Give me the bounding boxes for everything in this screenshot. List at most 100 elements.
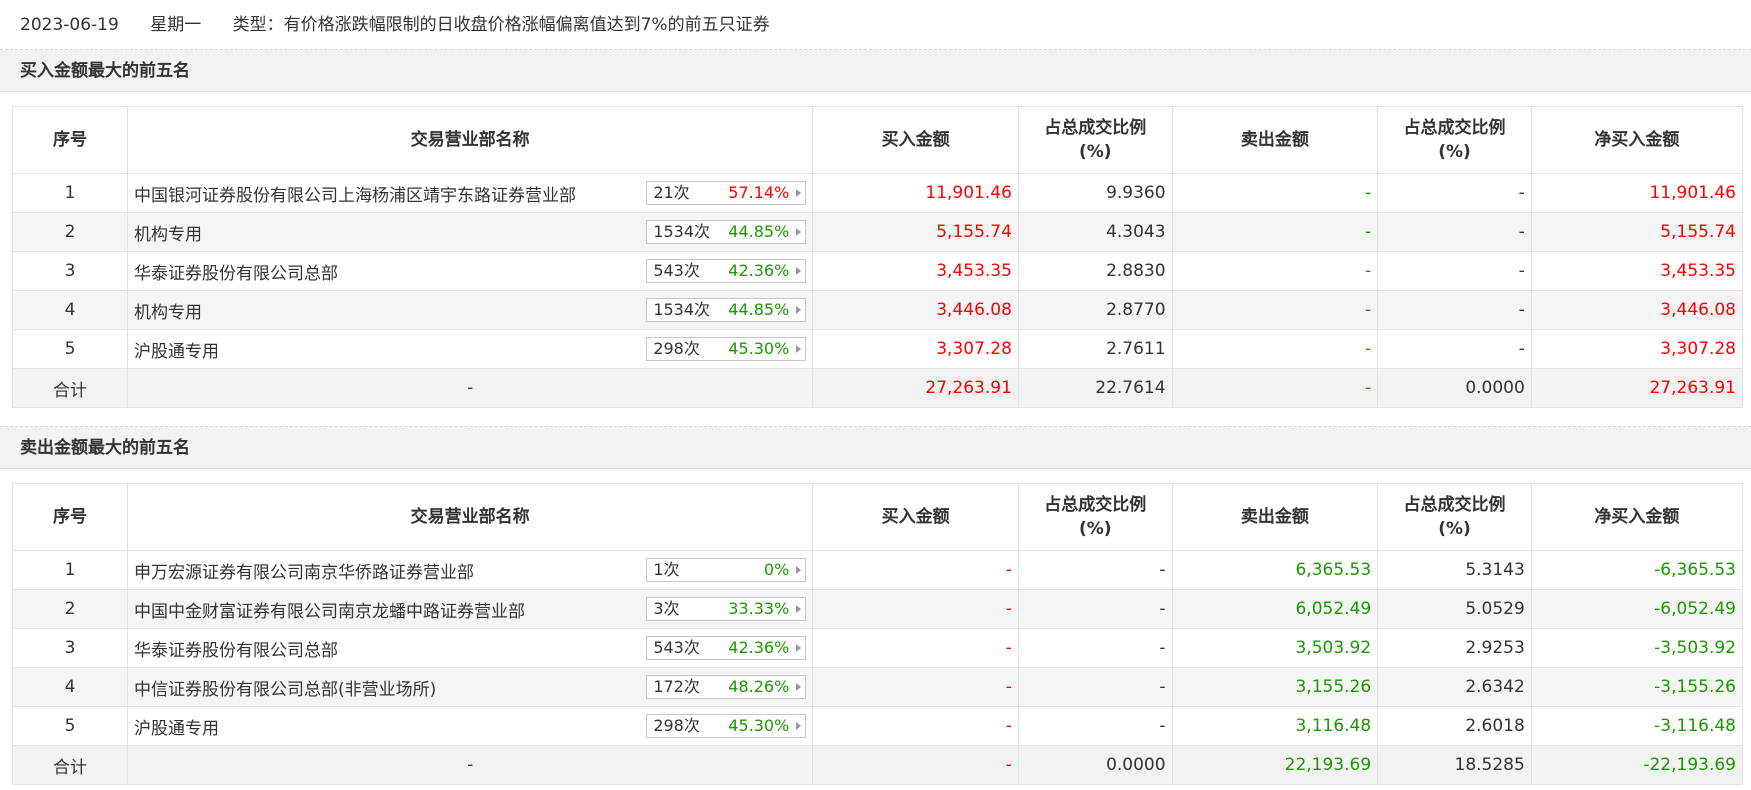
- branch-name-link[interactable]: 中国中金财富证券有限公司南京龙蟠中路证券营业部: [134, 597, 525, 622]
- buy-ratio: 2.7611: [1017, 329, 1173, 369]
- appearance-count: 3次: [653, 599, 680, 618]
- buy-ratio: -: [1017, 589, 1173, 629]
- buy-ratio: 9.9360: [1017, 173, 1173, 213]
- sell-ratio: 2.9253: [1377, 628, 1532, 668]
- table-row: 2 中国中金财富证券有限公司南京龙蟠中路证券营业部 3次 33.33% - -6,052.…: [12, 589, 1744, 629]
- appearance-count: 1534次: [653, 222, 711, 241]
- net-buy-amount: -3,503.92: [1530, 628, 1744, 668]
- col-header-buy-ratio-label: 占总成交比例: [1044, 118, 1147, 138]
- appearance-count: 1534次: [653, 300, 711, 319]
- branch-stats-popup-button[interactable]: 1次 0%: [646, 558, 807, 582]
- branch-name-link[interactable]: 机构专用: [134, 298, 202, 323]
- branch-stats-popup-button[interactable]: 298次 45.30%: [646, 714, 807, 738]
- table-row: 4 中信证券股份有限公司总部(非营业场所) 172次 48.26% - -3,155.26…: [12, 667, 1744, 707]
- branch-name-link[interactable]: 中国银河证券股份有限公司上海杨浦区靖宇东路证券营业部: [134, 181, 576, 206]
- caret-right-icon: [796, 267, 802, 275]
- row-index: 5: [12, 706, 128, 746]
- branch-stats-popup-button[interactable]: 543次 42.36%: [646, 636, 807, 660]
- info-bar: 2023-06-19 星期一 类型：有价格涨跌幅限制的日收盘价格涨幅偏离值达到7…: [0, 0, 1751, 50]
- sell-amount: 3,503.92: [1171, 628, 1379, 668]
- branch-name-cell: 中国银河证券股份有限公司上海杨浦区靖宇东路证券营业部 21次 57.14%: [126, 173, 814, 213]
- caret-right-icon: [796, 683, 802, 691]
- sell-ratio: -: [1377, 290, 1532, 330]
- branch-name-link[interactable]: 华泰证券股份有限公司总部: [134, 259, 338, 284]
- sell-ratio: -: [1377, 251, 1532, 291]
- branch-name-link[interactable]: 沪股通专用: [134, 337, 219, 362]
- total-branch-name: -: [126, 368, 814, 408]
- branch-stats-popup-button[interactable]: 172次 48.26%: [646, 675, 807, 699]
- branch-name-cell: 中信证券股份有限公司总部(非营业场所) 172次 48.26%: [126, 667, 814, 707]
- list-type: 类型：有价格涨跌幅限制的日收盘价格涨幅偏离值达到7%的前五只证券: [232, 15, 770, 35]
- col-header-branch-name: 交易营业部名称: [126, 483, 814, 551]
- row-index: 3: [12, 628, 128, 668]
- col-header-sell-amount: 卖出金额: [1171, 483, 1379, 551]
- success-rate: 45.30%: [728, 716, 790, 735]
- sell-section-title: 卖出金额最大的前五名: [0, 427, 1751, 469]
- row-index: 3: [12, 251, 128, 291]
- buy-ratio: 2.8830: [1017, 251, 1173, 291]
- col-header-buy-ratio-unit: (%): [1078, 519, 1112, 539]
- col-header-index: 序号: [12, 106, 128, 174]
- buy-table-wrap: 序号 交易营业部名称 买入金额 占总成交比例 (%) 卖出金额 占总成交比例 (%)…: [12, 106, 1744, 408]
- col-header-buy-ratio-label: 占总成交比例: [1044, 495, 1147, 515]
- row-index: 5: [12, 329, 128, 369]
- total-buy-ratio: 22.7614: [1017, 368, 1173, 408]
- branch-name-link[interactable]: 申万宏源证券有限公司南京华侨路证券营业部: [134, 558, 474, 583]
- sell-ratio: 5.3143: [1377, 550, 1532, 590]
- buy-amount: -: [812, 589, 1019, 629]
- sell-top5-table: 序号 交易营业部名称 买入金额 占总成交比例 (%) 卖出金额 占总成交比例 (%)…: [12, 483, 1744, 785]
- net-buy-amount: 11,901.46: [1530, 173, 1744, 213]
- table-row: 1 中国银河证券股份有限公司上海杨浦区靖宇东路证券营业部 21次 57.14% 11,9…: [12, 173, 1744, 213]
- sell-amount: -: [1171, 251, 1379, 291]
- success-rate: 0%: [763, 560, 790, 579]
- col-header-buy-ratio: 占总成交比例 (%): [1017, 483, 1173, 551]
- branch-stats-popup-button[interactable]: 1534次 44.85%: [646, 220, 807, 244]
- branch-name-link[interactable]: 沪股通专用: [134, 714, 219, 739]
- buy-amount: -: [812, 706, 1019, 746]
- total-sell-ratio: 18.5285: [1377, 745, 1532, 785]
- buy-amount: -: [812, 628, 1019, 668]
- branch-name-cell: 机构专用 1534次 44.85%: [126, 290, 814, 330]
- total-label: 合计: [12, 745, 128, 785]
- table-header-row: 序号 交易营业部名称 买入金额 占总成交比例 (%) 卖出金额 占总成交比例 (%)…: [12, 483, 1744, 551]
- branch-stats-popup-button[interactable]: 3次 33.33%: [646, 597, 807, 621]
- branch-stats-popup-button[interactable]: 21次 57.14%: [646, 181, 807, 205]
- col-header-sell-ratio-unit: (%): [1438, 142, 1471, 162]
- col-header-index: 序号: [12, 483, 128, 551]
- col-header-buy-ratio-unit: (%): [1078, 142, 1112, 162]
- branch-name-link[interactable]: 机构专用: [134, 220, 202, 245]
- branch-name-link[interactable]: 中信证券股份有限公司总部(非营业场所): [134, 675, 436, 700]
- buy-ratio: -: [1017, 628, 1173, 668]
- success-rate: 33.33%: [728, 599, 790, 618]
- buy-amount: 5,155.74: [812, 212, 1019, 252]
- net-buy-amount: -6,052.49: [1530, 589, 1744, 629]
- buy-top5-table: 序号 交易营业部名称 买入金额 占总成交比例 (%) 卖出金额 占总成交比例 (%)…: [12, 106, 1744, 408]
- net-buy-amount: 3,453.35: [1530, 251, 1744, 291]
- row-index: 1: [12, 173, 128, 213]
- sell-amount: 6,052.49: [1171, 589, 1379, 629]
- appearance-count: 298次: [653, 339, 700, 358]
- col-header-buy-ratio: 占总成交比例 (%): [1017, 106, 1173, 174]
- net-buy-amount: -3,116.48: [1530, 706, 1744, 746]
- row-index: 2: [12, 212, 128, 252]
- branch-stats-popup-button[interactable]: 543次 42.36%: [646, 259, 807, 283]
- branch-stats-popup-button[interactable]: 1534次 44.85%: [646, 298, 807, 322]
- branch-name-cell: 申万宏源证券有限公司南京华侨路证券营业部 1次 0%: [126, 550, 814, 590]
- col-header-net-amount: 净买入金额: [1530, 106, 1744, 174]
- appearance-count: 21次: [653, 183, 690, 202]
- appearance-count: 1次: [653, 560, 680, 579]
- net-buy-amount: -3,155.26: [1530, 667, 1744, 707]
- col-header-sell-ratio: 占总成交比例 (%): [1377, 106, 1532, 174]
- branch-stats-popup-button[interactable]: 298次 45.30%: [646, 337, 807, 361]
- branch-name-link[interactable]: 华泰证券股份有限公司总部: [134, 636, 338, 661]
- success-rate: 45.30%: [728, 339, 790, 358]
- buy-amount: 3,307.28: [812, 329, 1019, 369]
- sell-amount: 3,116.48: [1171, 706, 1379, 746]
- buy-ratio: 2.8770: [1017, 290, 1173, 330]
- total-buy-ratio: 0.0000: [1017, 745, 1173, 785]
- col-header-net-amount: 净买入金额: [1530, 483, 1744, 551]
- table-row: 2 机构专用 1534次 44.85% 5,155.74 4.3043- -5,155.74: [12, 212, 1744, 252]
- sell-amount: -: [1171, 212, 1379, 252]
- sell-amount: 3,155.26: [1171, 667, 1379, 707]
- success-rate: 48.26%: [728, 677, 790, 696]
